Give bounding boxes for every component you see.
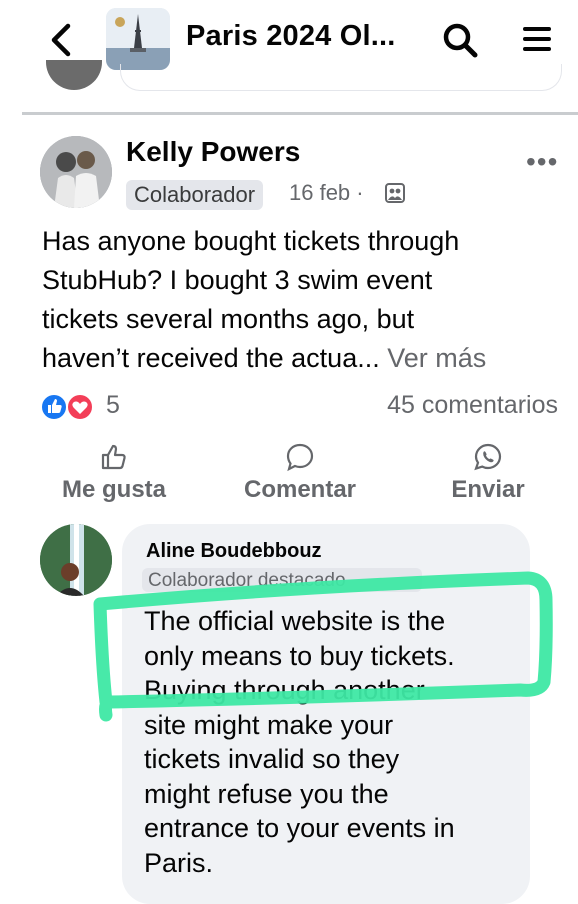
love-reaction-icon: [66, 393, 94, 421]
comment-icon: [286, 443, 314, 472]
comment-text-line: only means to buy tickets.: [144, 640, 455, 671]
comment-text-line: Paris.: [144, 847, 214, 878]
reactions-summary[interactable]: [40, 392, 160, 422]
section-divider: [22, 112, 578, 115]
avatar[interactable]: [40, 136, 112, 208]
post-text-truncated: haven’t received the actua...: [42, 343, 380, 373]
top-bar: Paris 2024 Ol...: [0, 0, 578, 91]
more-options-icon[interactable]: •••: [526, 146, 558, 178]
avatar[interactable]: [40, 524, 112, 596]
like-button[interactable]: Me gusta: [52, 442, 176, 504]
comment-text-line: site might make your: [144, 709, 394, 740]
hamburger-menu-icon[interactable]: [520, 22, 554, 56]
comment-body: The official website is the only means t…: [144, 604, 524, 880]
group-cover-thumbnail[interactable]: [106, 8, 170, 70]
reaction-count[interactable]: 5: [106, 391, 120, 420]
send-label: Enviar: [451, 476, 525, 503]
comment-text-line: entrance to your events in: [144, 813, 455, 843]
comment-label: Comentar: [243, 476, 357, 503]
comment-text-line: might refuse you the: [144, 778, 389, 809]
post-author-name[interactable]: Kelly Powers: [126, 136, 300, 168]
post-text-line: haven’t received the actua... Ver más: [42, 339, 566, 378]
top-contributor-label: Colaborador destacado: [148, 570, 346, 591]
search-icon[interactable]: [440, 20, 480, 60]
thumbs-up-icon: [101, 444, 126, 470]
previous-comment-avatar: [46, 60, 102, 90]
comment-text-line: Buying through another: [144, 675, 425, 705]
post-text-line: Has anyone bought tickets through: [42, 226, 460, 256]
post-text-line: tickets several months ago, but: [42, 304, 415, 334]
comment-text-line: tickets invalid so they: [144, 744, 400, 774]
chevron-left-icon[interactable]: [46, 22, 76, 58]
post-date[interactable]: 16 feb ·: [289, 180, 364, 206]
group-title[interactable]: Paris 2024 Ol...: [186, 20, 396, 53]
contributor-badge: Colaborador: [126, 180, 264, 210]
comment-count[interactable]: 45 comentarios: [387, 391, 558, 420]
group-audience-icon: [385, 183, 405, 203]
comment-button[interactable]: Comentar: [234, 442, 366, 504]
like-reaction-icon: [40, 393, 68, 421]
post-text-line: StubHub? I bought 3 swim event: [42, 265, 433, 295]
previous-comment-bubble: [120, 64, 562, 91]
like-label: Me gusta: [61, 476, 166, 503]
send-button[interactable]: Enviar: [446, 442, 530, 504]
comment-text-line: The official website is the: [144, 606, 446, 636]
whatsapp-icon: [474, 443, 502, 471]
top-contributor-badge: Colaborador destacado: [142, 568, 422, 592]
post-body: Has anyone bought tickets through StubHu…: [42, 222, 566, 378]
see-more-link[interactable]: Ver más: [387, 343, 486, 373]
comment-author-name[interactable]: Aline Boudebbouz: [146, 540, 322, 563]
